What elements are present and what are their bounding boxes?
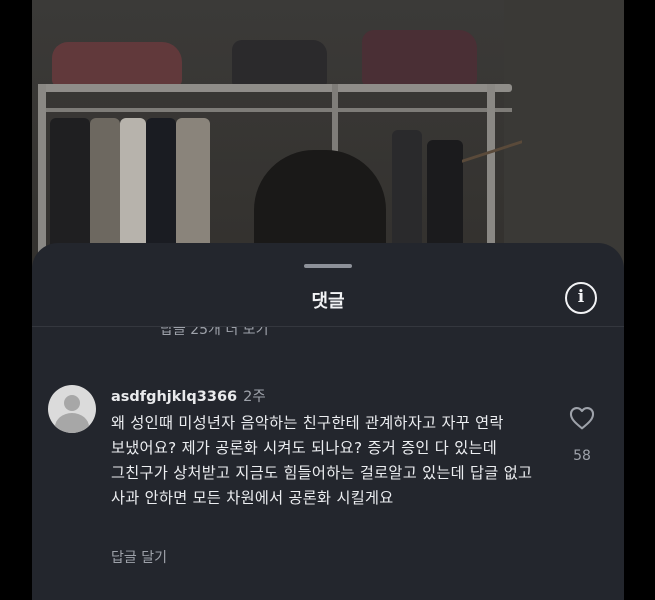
comment-text: 왜 성인때 미성년자 음악하는 친구한테 관계하자고 자꾸 연락 보냈어요? 제…	[111, 414, 533, 507]
heart-icon[interactable]	[569, 406, 595, 430]
avatar-body	[55, 413, 89, 433]
reply-button[interactable]: 답글 달기	[111, 547, 167, 567]
username[interactable]: asdfghjklq3366	[111, 389, 237, 405]
scroll-clip: 답글 25개 더 보기	[32, 327, 624, 344]
view-more-replies-link[interactable]: 답글 25개 더 보기	[160, 327, 268, 339]
clothing-rack-bar	[42, 108, 512, 112]
avatar-head	[64, 395, 80, 411]
drag-handle[interactable]	[304, 264, 352, 268]
avatar[interactable]	[48, 385, 96, 433]
clothes-pile	[232, 40, 327, 86]
like-count: 58	[573, 448, 591, 464]
sheet-title: 댓글	[311, 291, 345, 312]
clothing-rack	[42, 84, 512, 92]
clothes-pile	[52, 42, 182, 86]
comment-time: 2주	[243, 389, 266, 405]
comment-header: asdfghjklq3366 2주	[111, 385, 266, 406]
clothes-pile	[362, 30, 477, 86]
comments-sheet: 댓글 i 답글 25개 더 보기 asdfghjklq3366 2주 왜 성인때 …	[32, 243, 624, 600]
info-icon[interactable]: i	[565, 282, 597, 314]
